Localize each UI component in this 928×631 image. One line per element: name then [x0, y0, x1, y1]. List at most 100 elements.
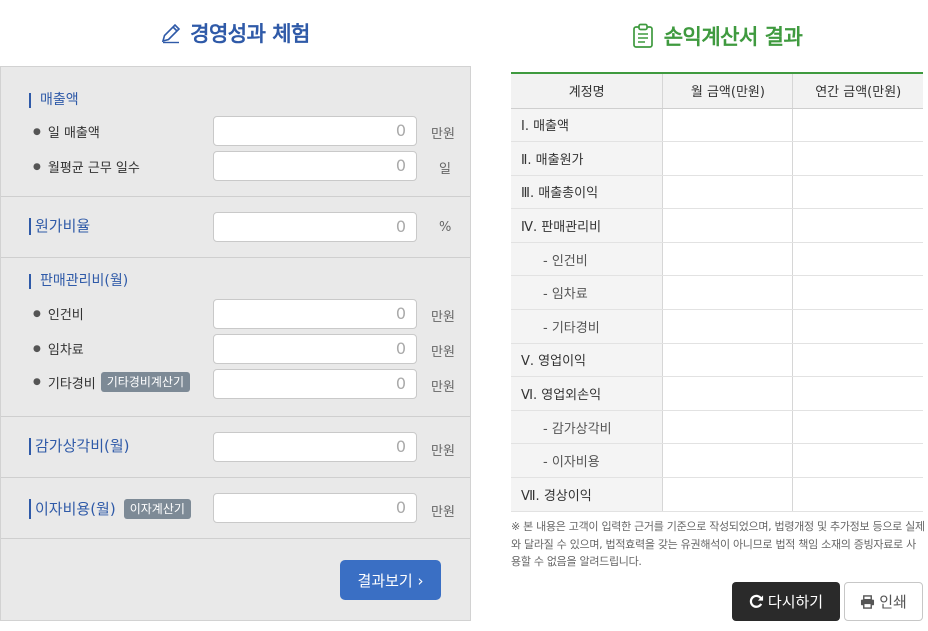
section-interest: 이자비용(월) 이자계산기 0 만원 — [1, 478, 470, 539]
section-heading-sga: 판매관리비(월) — [29, 274, 128, 289]
cost-ratio-unit: % — [439, 220, 452, 235]
cost-ratio-input[interactable]: 0 — [213, 212, 417, 242]
monthly-amount-cell — [662, 376, 793, 411]
other-expense-label: ● 기타경비 기타경비계산기 — [33, 372, 190, 392]
daily-sales-input[interactable]: 0 — [213, 116, 417, 146]
labor-cost-unit: 만원 — [431, 310, 455, 325]
annual-amount-cell — [792, 309, 923, 344]
table-header-row: 계정명 월 금액(만원) 연간 금액(만원) — [511, 72, 923, 109]
annual-amount-cell — [792, 477, 923, 512]
section-heading-sales: 매출액 — [29, 93, 79, 108]
column-header-monthly: 월 금액(만원) — [662, 72, 793, 109]
clipboard-icon — [632, 23, 653, 48]
column-header-annual: 연간 금액(만원) — [792, 72, 923, 109]
table-row: - 기타경비 — [511, 309, 923, 344]
account-name-cell: - 임차료 — [511, 275, 663, 311]
account-name-cell: Ⅱ. 매출원가 — [511, 141, 663, 176]
table-row: Ⅵ. 영업외손익 — [511, 376, 923, 411]
account-name-cell: Ⅵ. 영업외손익 — [511, 376, 663, 411]
labor-cost-label: ● 인건비 — [33, 308, 84, 323]
account-name-cell: - 기타경비 — [511, 309, 663, 344]
annual-amount-cell — [792, 275, 923, 311]
interest-input[interactable]: 0 — [213, 493, 417, 523]
printer-icon — [861, 594, 875, 609]
annual-amount-cell — [792, 343, 923, 378]
account-name-cell: Ⅶ. 경상이익 — [511, 477, 663, 512]
annual-amount-cell — [792, 410, 923, 445]
account-name-cell: Ⅰ. 매출액 — [511, 108, 663, 143]
rent-label: ● 임차료 — [33, 343, 84, 358]
table-row: - 임차료 — [511, 275, 923, 311]
income-statement-table: 계정명 월 금액(만원) 연간 금액(만원) Ⅰ. 매출액 Ⅱ. 매출원가 Ⅲ. 매… — [511, 72, 923, 512]
bullet-icon: ● — [33, 161, 41, 172]
view-result-button[interactable]: 결과보기 › — [340, 560, 441, 600]
rent-input[interactable]: 0 — [213, 334, 417, 364]
table-row: - 감가상각비 — [511, 410, 923, 445]
table-row: - 이자비용 — [511, 443, 923, 479]
rent-unit: 만원 — [431, 345, 455, 360]
monthly-amount-cell — [662, 477, 793, 512]
print-button[interactable]: 인쇄 — [844, 582, 923, 621]
annual-amount-cell — [792, 141, 923, 176]
daily-sales-label: ● 일 매출액 — [33, 126, 100, 141]
labor-cost-input[interactable]: 0 — [213, 299, 417, 329]
bullet-icon: ● — [33, 126, 41, 137]
disclaimer-notice: ※ 본 내용은 고객이 입력한 근거를 기준으로 작성되었으며, 법령개정 및 … — [511, 520, 925, 568]
reset-button-label: 다시하기 — [767, 593, 824, 611]
account-name-cell: - 이자비용 — [511, 443, 663, 479]
account-name-cell: - 인건비 — [511, 242, 663, 277]
left-panel-title: 경영성과 체험 — [0, 0, 470, 66]
refresh-icon — [749, 594, 763, 608]
monthly-amount-cell — [662, 275, 793, 311]
section-heading-cost-ratio: 원가비율 — [29, 218, 90, 235]
annual-amount-cell — [792, 208, 923, 243]
table-row: Ⅴ. 영업이익 — [511, 343, 923, 378]
monthly-amount-cell — [662, 443, 793, 479]
pencil-icon — [161, 23, 181, 44]
bullet-icon: ● — [33, 343, 41, 354]
other-expense-unit: 만원 — [431, 380, 455, 395]
monthly-amount-cell — [662, 141, 793, 176]
table-row: Ⅲ. 매출총이익 — [511, 175, 923, 210]
account-name-cell: Ⅳ. 판매관리비 — [511, 208, 663, 243]
table-row: Ⅱ. 매출원가 — [511, 141, 923, 176]
account-name-cell: - 감가상각비 — [511, 410, 663, 445]
monthly-amount-cell — [662, 242, 793, 277]
table-row: - 인건비 — [511, 242, 923, 277]
input-form-panel: 매출액 ● 일 매출액 0 만원 ● 월평균 근무 일수 0 일 원가비율 0 … — [0, 66, 471, 621]
section-heading-depreciation: 감가상각비(월) — [29, 438, 130, 455]
annual-amount-cell — [792, 443, 923, 479]
other-expense-calculator-button[interactable]: 기타경비계산기 — [100, 372, 190, 392]
monthly-amount-cell — [662, 175, 793, 210]
work-days-input[interactable]: 0 — [213, 151, 417, 181]
section-depreciation: 감가상각비(월) 0 만원 — [1, 417, 470, 478]
table-row: Ⅰ. 매출액 — [511, 108, 923, 143]
section-cost-ratio: 원가비율 0 % — [1, 197, 470, 258]
annual-amount-cell — [792, 108, 923, 143]
monthly-amount-cell — [662, 108, 793, 143]
column-header-account: 계정명 — [511, 72, 663, 109]
section-heading-interest: 이자비용(월) 이자계산기 — [29, 499, 191, 519]
print-button-label: 인쇄 — [879, 593, 907, 611]
depreciation-input[interactable]: 0 — [213, 432, 417, 462]
account-name-cell: Ⅴ. 영업이익 — [511, 343, 663, 378]
bullet-icon: ● — [33, 377, 41, 387]
right-title-text: 손익계산서 결과 — [663, 25, 803, 49]
depreciation-unit: 만원 — [431, 444, 455, 459]
work-days-unit: 일 — [439, 162, 451, 177]
annual-amount-cell — [792, 376, 923, 411]
table-row: Ⅶ. 경상이익 — [511, 477, 923, 512]
interest-calculator-button[interactable]: 이자계산기 — [123, 499, 191, 519]
monthly-amount-cell — [662, 309, 793, 344]
section-sales: 매출액 ● 일 매출액 0 만원 ● 월평균 근무 일수 0 일 — [1, 67, 470, 197]
interest-unit: 만원 — [431, 505, 455, 520]
work-days-label: ● 월평균 근무 일수 — [33, 161, 140, 176]
other-expense-input[interactable]: 0 — [213, 369, 417, 399]
annual-amount-cell — [792, 175, 923, 210]
account-name-cell: Ⅲ. 매출총이익 — [511, 175, 663, 210]
monthly-amount-cell — [662, 343, 793, 378]
right-panel-title: 손익계산서 결과 — [510, 0, 923, 72]
annual-amount-cell — [792, 242, 923, 277]
reset-button[interactable]: 다시하기 — [732, 582, 840, 621]
bullet-icon: ● — [33, 308, 41, 319]
